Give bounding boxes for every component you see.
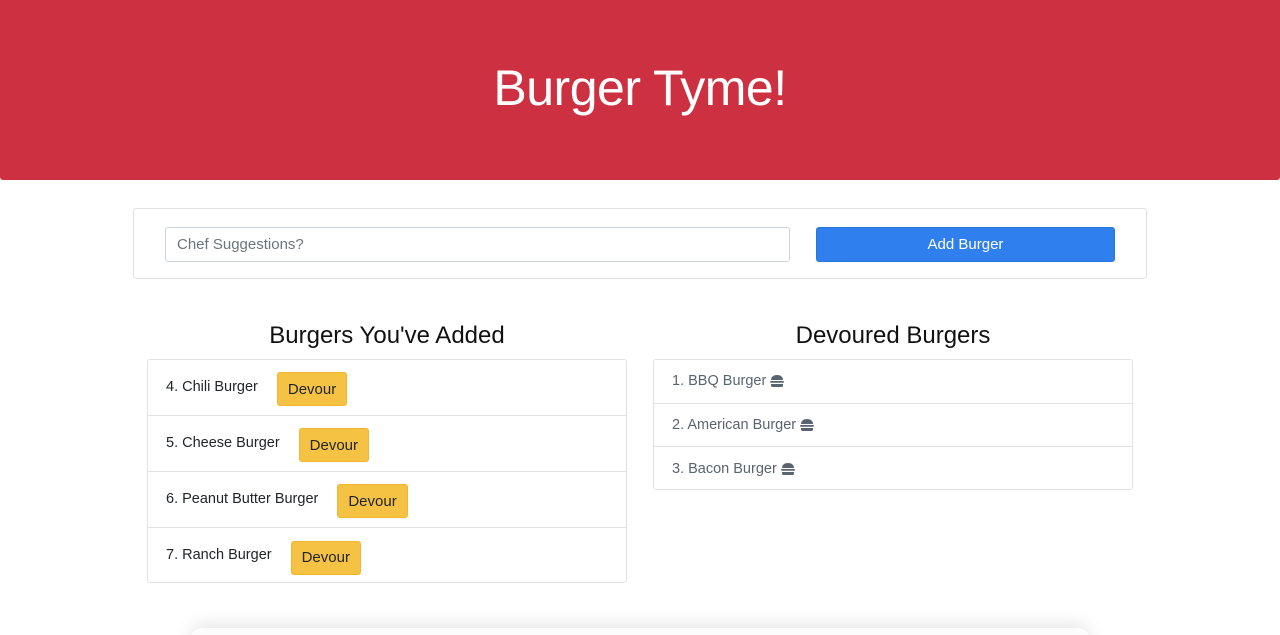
add-burger-form: Add Burger [133,208,1147,279]
added-burgers-heading: Burgers You've Added [269,322,505,349]
burger-label: 7. Ranch Burger [166,547,272,563]
hamburger-icon [770,375,785,388]
page-header: Burger Tyme! [0,0,1280,180]
devoured-burgers-list: 1. BBQ Burger 2. American Burger 3. Baco… [653,359,1133,490]
devoured-burgers-heading: Devoured Burgers [795,322,991,349]
devour-button[interactable]: Devour [290,540,361,575]
list-item: 5. Cheese Burger Devour [148,416,626,472]
burger-name-input[interactable] [165,227,790,262]
burger-label: 1. BBQ Burger [672,373,767,390]
burger-label: 5. Cheese Burger [166,434,280,451]
devour-button[interactable]: Devour [337,484,408,518]
list-item: 7. Ranch Burger Devour [148,528,626,584]
burger-label: 4. Chili Burger [166,378,258,395]
burger-label: 3. Bacon Burger [672,460,777,477]
burger-label: 6. Peanut Butter Burger [166,490,319,507]
hamburger-icon [780,462,795,475]
list-item: 2. American Burger [654,404,1132,447]
devour-button[interactable]: Devour [298,428,370,462]
list-item: 6. Peanut Butter Burger Devour [148,472,626,528]
page-title: Burger Tyme! [493,60,787,116]
add-burger-button[interactable]: Add Burger [816,227,1115,262]
list-item: 3. Bacon Burger [654,447,1132,491]
burger-label: 2. American Burger [672,416,797,433]
hamburger-icon [800,418,815,431]
list-item: 4. Chili Burger Devour [148,360,626,416]
devour-button[interactable]: Devour [276,372,348,406]
added-burgers-list: 4. Chili Burger Devour 5. Cheese Burger … [147,359,627,583]
list-item: 1. BBQ Burger [654,360,1132,404]
footer-card-edge [190,628,1090,635]
